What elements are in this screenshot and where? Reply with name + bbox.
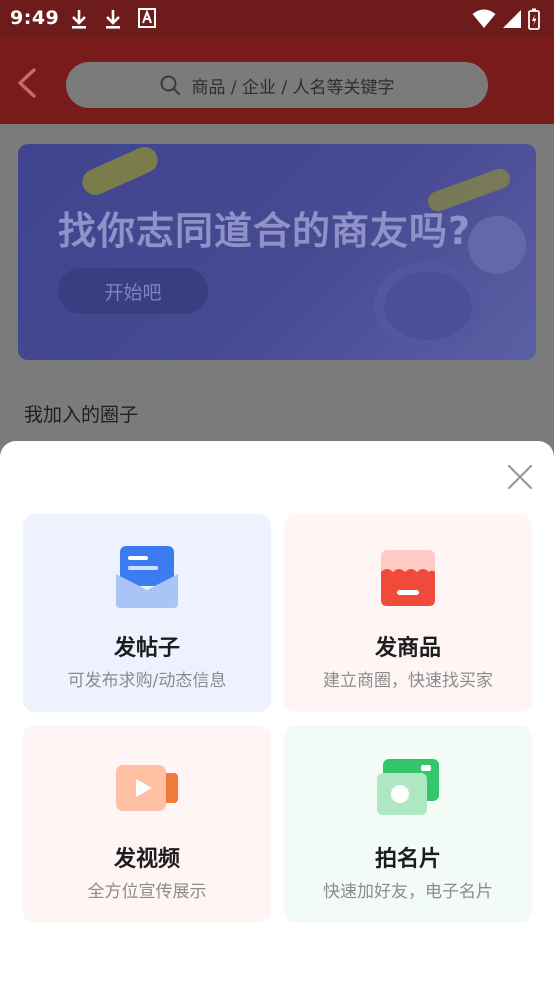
banner-decoration: [468, 216, 526, 274]
promo-banner[interactable]: 找你志同道合的商友吗? 开始吧: [18, 144, 536, 360]
post-card[interactable]: 发帖子 可发布求购/动态信息: [23, 514, 271, 712]
card-description: 可发布求购/动态信息: [67, 671, 227, 691]
banner-decoration: [78, 144, 162, 200]
card-title: 发帖子: [113, 636, 180, 661]
card-description: 快速加好友，电子名片: [323, 882, 493, 902]
banner-title: 找你志同道合的商友吗?: [58, 209, 472, 253]
app-header: 商品 / 企业 / 人名等关键字: [0, 38, 554, 124]
shop-icon: [381, 550, 435, 606]
card-description: 全方位宣传展示: [87, 882, 207, 902]
card-title: 发商品: [374, 636, 441, 661]
search-input[interactable]: 商品 / 企业 / 人名等关键字: [66, 62, 488, 108]
status-time: 9:49: [10, 7, 60, 29]
video-card[interactable]: 发视频 全方位宣传展示: [23, 725, 271, 923]
card-title: 拍名片: [374, 847, 441, 872]
magnifier-illustration: [374, 262, 482, 350]
publish-bottom-sheet: 发帖子 可发布求购/动态信息 发商品 建立商圈，快速找买家 发视频 全方位宣传展…: [0, 441, 554, 984]
download-icon: [106, 10, 120, 29]
search-placeholder: 商品 / 企业 / 人名等关键字: [191, 77, 395, 98]
back-arrow-icon[interactable]: [12, 66, 42, 100]
card-description: 建立商圈，快速找买家: [323, 671, 493, 691]
video-camera-icon: [116, 765, 178, 811]
signal-icon: [503, 10, 521, 28]
card-title: 发视频: [113, 847, 180, 872]
section-title: 我加入的圈子: [24, 404, 139, 426]
product-card[interactable]: 发商品 建立商圈，快速找买家: [284, 514, 532, 712]
close-icon[interactable]: [506, 463, 534, 491]
search-icon: [160, 75, 181, 95]
camera-card-icon: [377, 759, 439, 815]
start-button[interactable]: 开始吧: [58, 268, 208, 314]
business-card-card[interactable]: 拍名片 快速加好友，电子名片: [284, 725, 532, 923]
font-notification-icon: [138, 8, 156, 28]
download-icon: [72, 10, 86, 29]
battery-charging-icon: [528, 8, 540, 30]
post-envelope-icon: [116, 546, 178, 608]
wifi-icon: [472, 9, 496, 28]
status-bar: 9:49: [0, 0, 554, 38]
